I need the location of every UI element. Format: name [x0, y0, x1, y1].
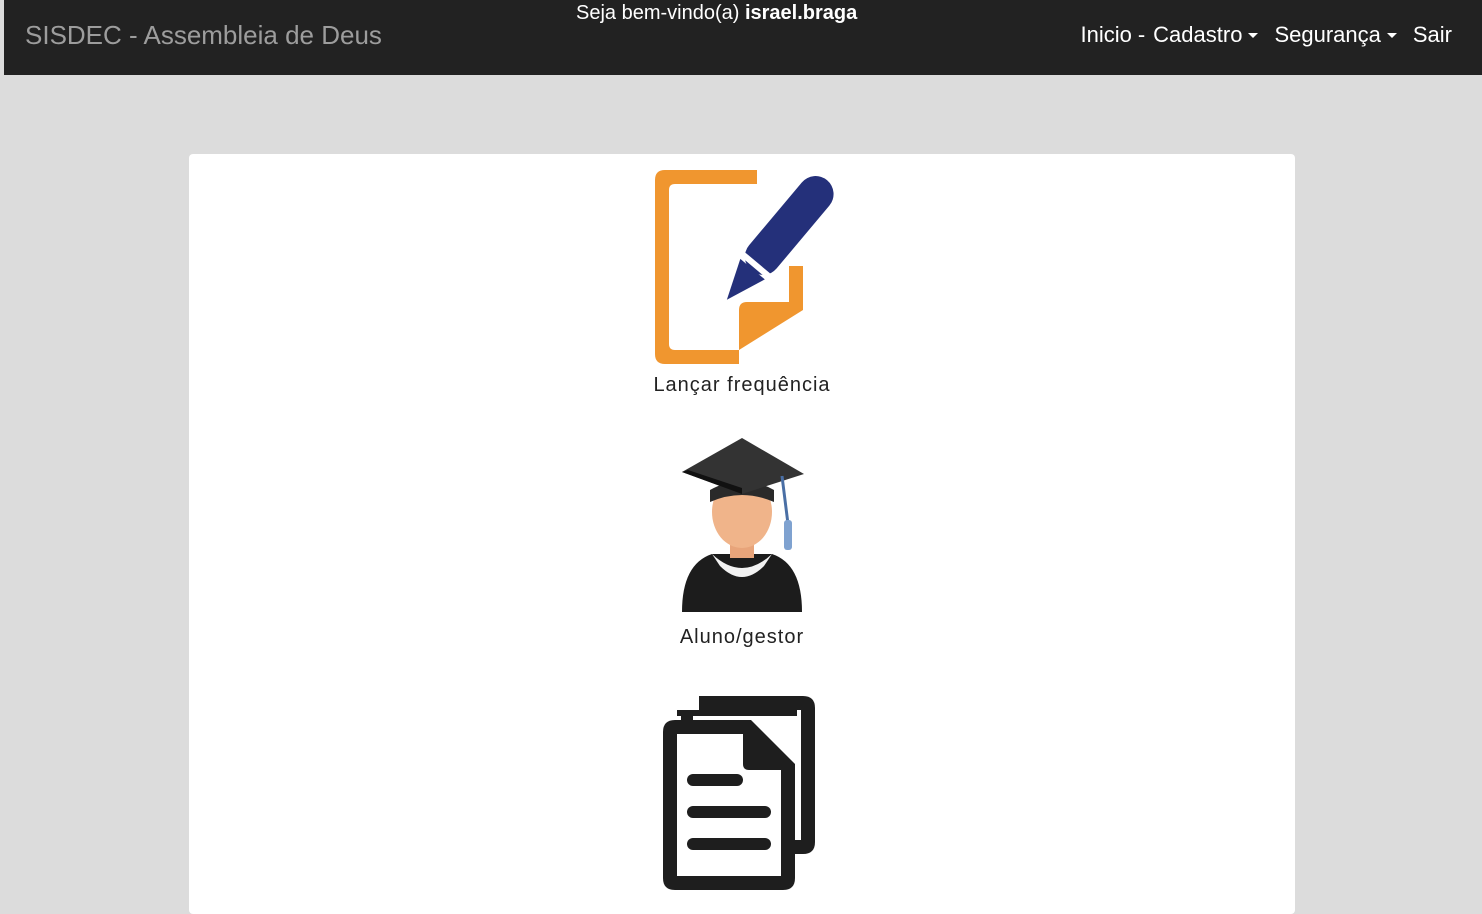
welcome-prefix: Seja bem-vindo(a) — [576, 2, 745, 24]
tile-lancar-frequencia[interactable]: Lançar frequência — [189, 170, 1295, 397]
documents-icon — [663, 696, 815, 890]
graduate-student-icon — [682, 438, 804, 612]
welcome-username: israel.braga — [744, 2, 858, 24]
caret-down-icon — [1248, 32, 1259, 38]
tile-label: Aluno/gestor — [679, 626, 805, 648]
tile-aluno-gestor[interactable]: Aluno/gestor — [189, 432, 1295, 649]
nav-sair[interactable]: Sair — [1413, 22, 1452, 48]
top-navbar: SISDEC - Assembleia de Deus Seja bem-vin… — [4, 0, 1482, 75]
tile-documents[interactable] — [189, 692, 1295, 896]
app-brand[interactable]: SISDEC - Assembleia de Deus — [25, 20, 382, 51]
nav-separator: - — [1137, 22, 1146, 47]
edit-document-icon — [655, 170, 834, 364]
nav-menu: Inicio - Cadastro Segurança Sair — [1080, 22, 1452, 48]
tile-label: Lançar frequência — [653, 374, 831, 396]
caret-down-icon — [1386, 32, 1397, 38]
nav-seguranca-dropdown[interactable]: Segurança — [1274, 22, 1412, 48]
nav-cadastro-dropdown[interactable]: Cadastro — [1153, 22, 1274, 48]
welcome-message: Seja bem-vindo(a) israel.braga — [576, 2, 857, 25]
main-panel: Lançar frequência Aluno/gestor — [189, 154, 1295, 914]
nav-cadastro-label: Cadastro — [1153, 22, 1243, 47]
nav-inicio[interactable]: Inicio — [1080, 22, 1131, 48]
nav-seguranca-label: Segurança — [1274, 22, 1381, 47]
